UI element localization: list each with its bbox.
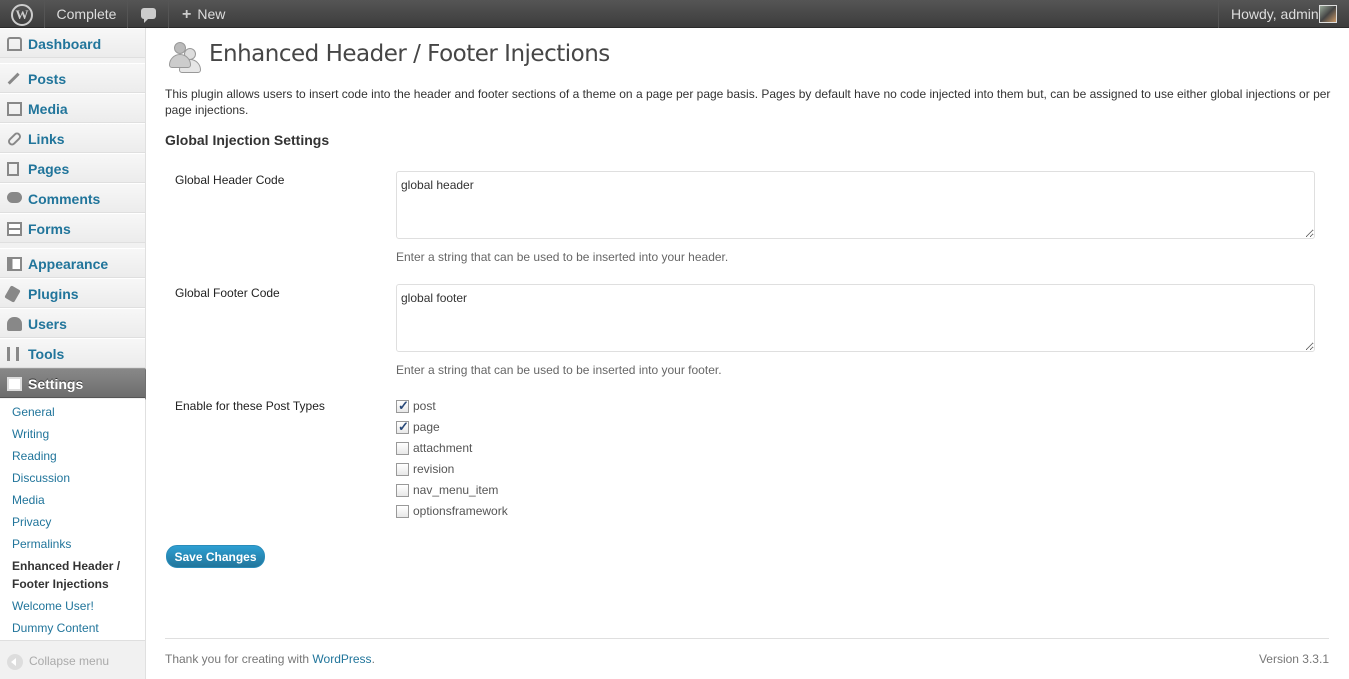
sidebar-item-forms[interactable]: Forms <box>0 213 145 243</box>
collapse-arrow-icon <box>7 654 23 670</box>
submenu-item-writing[interactable]: Writing <box>12 425 49 443</box>
sidebar-item-label: Users <box>28 316 67 332</box>
wordpress-logo-menu[interactable]: W <box>0 0 45 28</box>
sidebar-item-label: Links <box>28 131 65 147</box>
checkbox-label: revision <box>413 462 455 476</box>
submenu-item-discussion[interactable]: Discussion <box>12 469 70 487</box>
sidebar-item-plugins[interactable]: Plugins <box>0 278 145 308</box>
sidebar-item-links[interactable]: Links <box>0 123 145 153</box>
new-label: New <box>197 6 226 22</box>
users-icon <box>166 40 201 74</box>
submenu-item-enhanced-injections[interactable]: Enhanced Header / <box>12 557 120 575</box>
howdy-label: Howdy, admin <box>1231 6 1319 22</box>
users-icon <box>7 317 22 331</box>
checkbox-label: optionsframework <box>413 504 508 518</box>
forms-icon <box>7 222 22 236</box>
my-account-menu[interactable]: Howdy, admin <box>1218 0 1349 28</box>
pushpin-icon <box>7 72 21 86</box>
submenu-item-general[interactable]: General <box>12 403 55 421</box>
submenu-item-dummy-content[interactable]: Dummy Content <box>12 619 99 637</box>
pages-icon <box>7 162 19 176</box>
global-footer-textarea[interactable]: global footer <box>396 284 1315 352</box>
sidebar-item-label: Appearance <box>28 256 109 272</box>
global-header-textarea[interactable]: global header <box>396 171 1315 239</box>
link-icon <box>6 130 23 148</box>
sidebar-item-label: Comments <box>28 191 101 207</box>
optionsframework-checkbox[interactable] <box>396 505 409 518</box>
new-content-menu[interactable]: + New <box>170 0 240 28</box>
sidebar-item-tools[interactable]: Tools <box>0 338 145 368</box>
submenu-item-reading[interactable]: Reading <box>12 447 57 465</box>
appearance-icon <box>7 257 22 271</box>
footer-thanks-prefix: Thank you for creating with <box>165 652 310 666</box>
plugin-icon <box>4 285 21 303</box>
site-name-link[interactable]: Complete <box>46 0 128 28</box>
sidebar-item-settings[interactable]: Settings <box>0 368 154 400</box>
post-types-label: Enable for these Post Types <box>175 399 325 413</box>
plugin-description: This plugin allows users to insert code … <box>165 87 1331 117</box>
sidebar-item-media[interactable]: Media <box>0 93 145 123</box>
wordpress-link[interactable]: WordPress <box>312 652 371 666</box>
media-icon <box>7 102 22 116</box>
section-title: Global Injection Settings <box>165 132 330 148</box>
settings-icon <box>7 377 22 391</box>
checkbox-label: attachment <box>413 441 473 455</box>
attachment-checkbox[interactable] <box>396 442 409 455</box>
footer-thanks-suffix: . <box>371 652 375 666</box>
sidebar-item-label: Tools <box>28 346 65 362</box>
submenu-item-permalinks[interactable]: Permalinks <box>12 535 71 553</box>
save-changes-button[interactable]: Save Changes <box>166 545 265 568</box>
comment-bubble-icon <box>141 8 156 23</box>
avatar <box>1319 5 1337 23</box>
admin-bar: W Complete + New Howdy, admin <box>0 0 1349 28</box>
collapse-menu-label: Collapse menu <box>29 654 110 668</box>
tools-icon <box>7 347 19 361</box>
checkbox-label: post <box>413 399 436 413</box>
post-checkbox[interactable] <box>396 398 409 414</box>
revision-checkbox[interactable] <box>396 463 409 476</box>
page-footer: Thank you for creating with WordPress. V… <box>165 638 1329 678</box>
sidebar-item-posts[interactable]: Posts <box>0 63 145 93</box>
comment-bubble-icon <box>7 192 22 203</box>
collapse-menu-button[interactable]: Collapse menu <box>0 650 145 674</box>
settings-submenu: General Writing Reading Discussion Media… <box>0 399 145 641</box>
dashboard-icon <box>7 37 22 51</box>
global-header-label: Global Header Code <box>175 173 285 187</box>
global-header-description: Enter a string that can be used to be in… <box>396 250 729 264</box>
main-content: Enhanced Header / Footer Injections This… <box>146 28 1349 679</box>
checkbox-label: page <box>413 420 440 434</box>
sidebar-item-users[interactable]: Users <box>0 308 145 338</box>
global-footer-label: Global Footer Code <box>175 286 280 300</box>
nav-menu-item-checkbox[interactable] <box>396 484 409 497</box>
admin-sidebar: Dashboard Posts Media Links Pages Commen… <box>0 28 154 679</box>
version-label: Version 3.3.1 <box>1258 652 1329 666</box>
sidebar-item-label: Settings <box>28 376 84 392</box>
sidebar-item-label: Dashboard <box>28 36 102 52</box>
sidebar-item-comments[interactable]: Comments <box>0 183 145 213</box>
sidebar-item-pages[interactable]: Pages <box>0 153 145 183</box>
wordpress-logo-icon: W <box>11 4 33 26</box>
sidebar-item-appearance[interactable]: Appearance <box>0 248 145 278</box>
submenu-item-welcome-user[interactable]: Welcome User! <box>12 597 94 615</box>
submenu-item-enhanced-injections-line2[interactable]: Footer Injections <box>12 575 109 593</box>
sidebar-item-label: Media <box>28 101 68 117</box>
checkbox-label: nav_menu_item <box>413 483 499 497</box>
sidebar-item-label: Posts <box>28 71 67 87</box>
submenu-item-media[interactable]: Media <box>12 491 45 509</box>
plus-icon: + <box>182 6 192 23</box>
comments-menu[interactable] <box>129 0 169 28</box>
sidebar-item-label: Pages <box>28 161 70 177</box>
sidebar-item-label: Plugins <box>28 286 79 302</box>
footer-thanks: Thank you for creating with WordPress. <box>165 652 375 666</box>
sidebar-item-dashboard[interactable]: Dashboard <box>0 28 145 58</box>
global-footer-description: Enter a string that can be used to be in… <box>396 363 722 377</box>
page-title: Enhanced Header / Footer Injections <box>209 41 610 67</box>
submenu-item-privacy[interactable]: Privacy <box>12 513 51 531</box>
sidebar-item-label: Forms <box>28 221 71 237</box>
page-checkbox[interactable] <box>396 419 409 435</box>
